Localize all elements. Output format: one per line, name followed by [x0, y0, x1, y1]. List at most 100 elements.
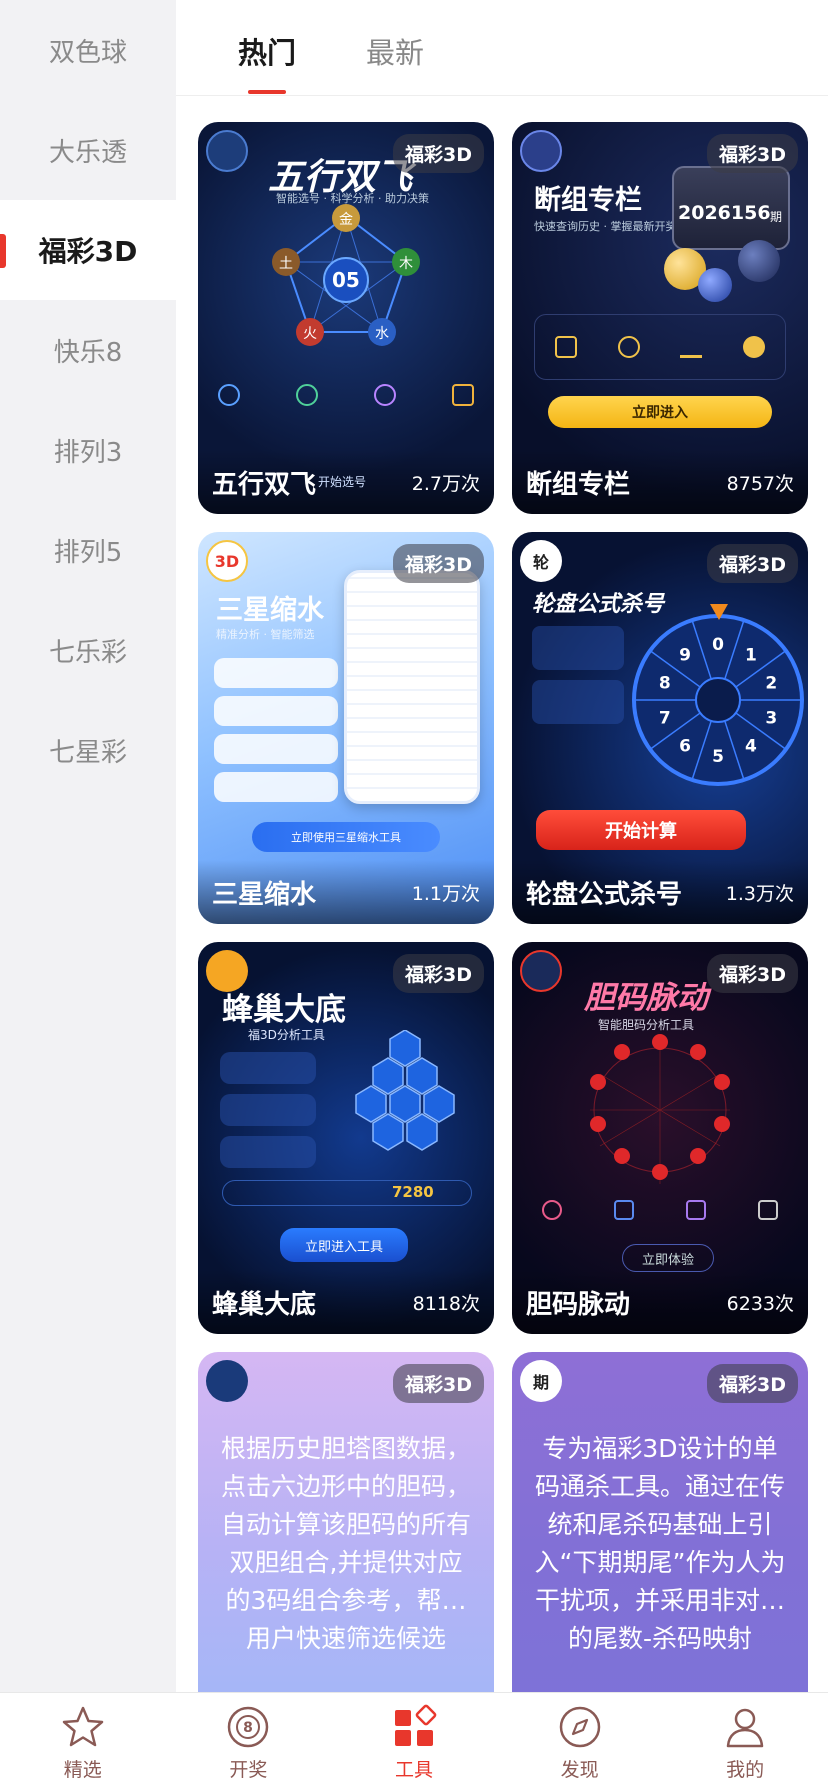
atom-icon [374, 384, 396, 406]
wheel-number: 8 [659, 674, 671, 694]
usage-count: 8118次 [412, 1292, 480, 1315]
lottery-badge: 福彩3D [707, 544, 798, 583]
feature-item [220, 1052, 316, 1084]
tool-card-lunpan-gongshi[interactable]: 轮 轮盘公式杀号 0 12 34 5 67 89 开始计算 福彩3D 轮盘公式杀号 1.3… [512, 532, 808, 924]
card-title: 蜂巢大底 [212, 1289, 317, 1320]
wheel-number: 6 [679, 736, 691, 756]
pointer-icon [710, 604, 728, 620]
nav-discover-label: 发现 [560, 1759, 599, 1781]
enter-button[interactable]: 立即进入 [548, 396, 772, 428]
app-logo-icon [206, 130, 248, 172]
sidebar-item-qilecai[interactable]: 七乐彩 [0, 600, 176, 700]
use-tool-button-label: 立即使用三星缩水工具 [291, 831, 401, 844]
enter-tool-button[interactable]: 立即进入工具 [280, 1228, 408, 1262]
history-icon [617, 336, 640, 358]
svg-text:8: 8 [244, 1720, 254, 1736]
element-wood: 木 [399, 256, 413, 272]
card-title: 轮盘公式杀号 [526, 879, 683, 910]
enter-button-label: 立即进入 [632, 405, 688, 421]
lottery-ball-icon: 8 [228, 1706, 269, 1748]
sidebar-item-pailie3[interactable]: 排列3 [0, 400, 176, 500]
nav-tools[interactable]: 工具 [331, 1693, 497, 1792]
feature-item [214, 658, 338, 688]
lottery-badge: 福彩3D [707, 134, 798, 173]
nav-draw-results-label: 开奖 [229, 1759, 268, 1781]
try-now-label: 立即体验 [641, 1252, 694, 1268]
lottery-badge: 福彩3D [393, 954, 484, 993]
start-calc-button[interactable]: 开始计算 [536, 810, 746, 850]
shield-icon [452, 384, 474, 406]
try-now-button[interactable]: 立即体验 [622, 1244, 714, 1272]
network-icon [542, 1200, 562, 1220]
card-caption: 五行双飞 开始选号 2.7万次 [198, 450, 494, 514]
card-description: 专为福彩3D设计的单码通杀工具。通过在传统和尾杀码基础上引入“下期期尾”作为人为… [534, 1434, 786, 1653]
sidebar-item-fucai3d[interactable]: 福彩3D [0, 200, 176, 300]
card-art-subtitle: 智能胆码分析工具 [598, 1018, 695, 1032]
tool-card-duanzu-zhuanlan[interactable]: 断组专栏 快速查询历史 · 掌握最新开奖 2026156 期 立即进入 福彩3D… [512, 122, 808, 514]
lottery-badge: 福彩3D [393, 544, 484, 583]
enter-tool-label: 立即进入工具 [304, 1239, 383, 1255]
card-title: 断组专栏 [526, 469, 631, 500]
tool-card-wuxing-shuangfei[interactable]: 五行双飞 智能选号 · 科学分析 · 助力决策 05 金 木 水 火 土 福彩3… [198, 122, 494, 514]
sidebar-item-shuangseqiu[interactable]: 双色球 [0, 0, 176, 100]
ball-dark [738, 240, 780, 282]
nav-tools-label: 工具 [394, 1759, 433, 1781]
nav-featured[interactable]: 精选 [0, 1693, 166, 1792]
nav-discover[interactable]: 发现 [497, 1693, 663, 1792]
feature-list [220, 1052, 316, 1168]
tool-card-fengchao-dadi[interactable]: 蜂巢大底 福3D分析工具 7280 立即进入工具 福彩3D 蜂巢大底 8118次 [198, 942, 494, 1334]
top-tabs: 热门 最新 [176, 0, 828, 96]
lottery-sidebar: 双色球 大乐透 福彩3D 快乐8 排列3 排列5 七乐彩 七星彩 [0, 0, 176, 1692]
card-caption: 胆码脉动 6233次 [512, 1270, 808, 1334]
tool-card-danta-description[interactable]: 福彩3D 根据历史胆塔图数据，点击六边形中的胆码，自动计算该胆码的所有双胆组合,… [198, 1352, 494, 1692]
usage-count: 1.1万次 [411, 882, 480, 905]
nav-profile-label: 我的 [726, 1759, 765, 1781]
sidebar-item-qixingcai[interactable]: 七星彩 [0, 700, 176, 800]
card-art-title: 胆码脉动 [584, 980, 708, 1016]
query-icon [555, 336, 578, 358]
tool-card-danma-maidong[interactable]: 胆码脉动 智能胆码分析工具 立即体验 福彩3D 胆码脉动 6233次 [512, 942, 808, 1334]
period-unit: 期 [770, 210, 783, 224]
card-art-subtitle: 快速查询历史 · 掌握最新开奖 [534, 220, 677, 233]
sidebar-item-kuaile8[interactable]: 快乐8 [0, 300, 176, 400]
cta-button[interactable]: 开始选号 [318, 473, 366, 490]
sidebar-item-daletou[interactable]: 大乐透 [0, 100, 176, 200]
card-caption: 三星缩水 1.1万次 [198, 860, 494, 924]
card-art-title: 蜂巢大底 [222, 992, 346, 1028]
chart-icon [680, 336, 703, 358]
center-number: 05 [332, 268, 360, 292]
wheel-number: 5 [712, 747, 724, 767]
lottery-badge: 福彩3D [707, 1364, 798, 1403]
nav-profile[interactable]: 我的 [662, 1693, 828, 1792]
wheel-number: 2 [765, 674, 777, 694]
target-icon [296, 384, 318, 406]
ball-blue [698, 268, 732, 302]
sidebar-item-pailie5[interactable]: 排列5 [0, 500, 176, 600]
element-earth: 土 [279, 256, 293, 272]
card-description: 根据历史胆塔图数据，点击六边形中的胆码，自动计算该胆码的所有双胆组合,并提供对应… [220, 1434, 471, 1653]
element-fire: 火 [303, 326, 317, 342]
tool-card-sanxing-suoshui[interactable]: 3D 三星缩水 精准分析 · 智能筛选 立即使用三星缩水工具 福彩3D 三星缩水… [198, 532, 494, 924]
feature-list [214, 658, 338, 802]
card-caption: 轮盘公式杀号 1.3万次 [512, 860, 808, 924]
nav-draw-results[interactable]: 8 开奖 [166, 1693, 332, 1792]
wheel-number: 7 [659, 708, 671, 728]
layers-icon [614, 1200, 634, 1220]
star-icon [742, 336, 765, 358]
shield-icon [758, 1200, 778, 1220]
card-caption: 断组专栏 8757次 [512, 450, 808, 514]
tool-card-danma-tongsha[interactable]: 期 福彩3D 专为福彩3D设计的单码通杀工具。通过在传统和尾杀码基础上引入“下期… [512, 1352, 808, 1692]
use-tool-button[interactable]: 立即使用三星缩水工具 [252, 822, 440, 852]
active-tab-indicator [248, 90, 286, 94]
honeycomb-graphic [355, 1030, 455, 1151]
card-art-subtitle: 福3D分析工具 [248, 1028, 325, 1042]
stat-number: 7280 [392, 1183, 434, 1201]
tab-hot[interactable]: 热门 [238, 30, 296, 72]
bar-chart-icon [686, 1200, 706, 1220]
usage-count: 2.7万次 [411, 472, 480, 495]
stats-bar [222, 1180, 472, 1206]
card-title: 三星缩水 [212, 879, 317, 910]
tab-latest[interactable]: 最新 [366, 30, 424, 72]
nav-featured-label: 精选 [63, 1759, 102, 1781]
wheel-number: 9 [679, 646, 691, 666]
